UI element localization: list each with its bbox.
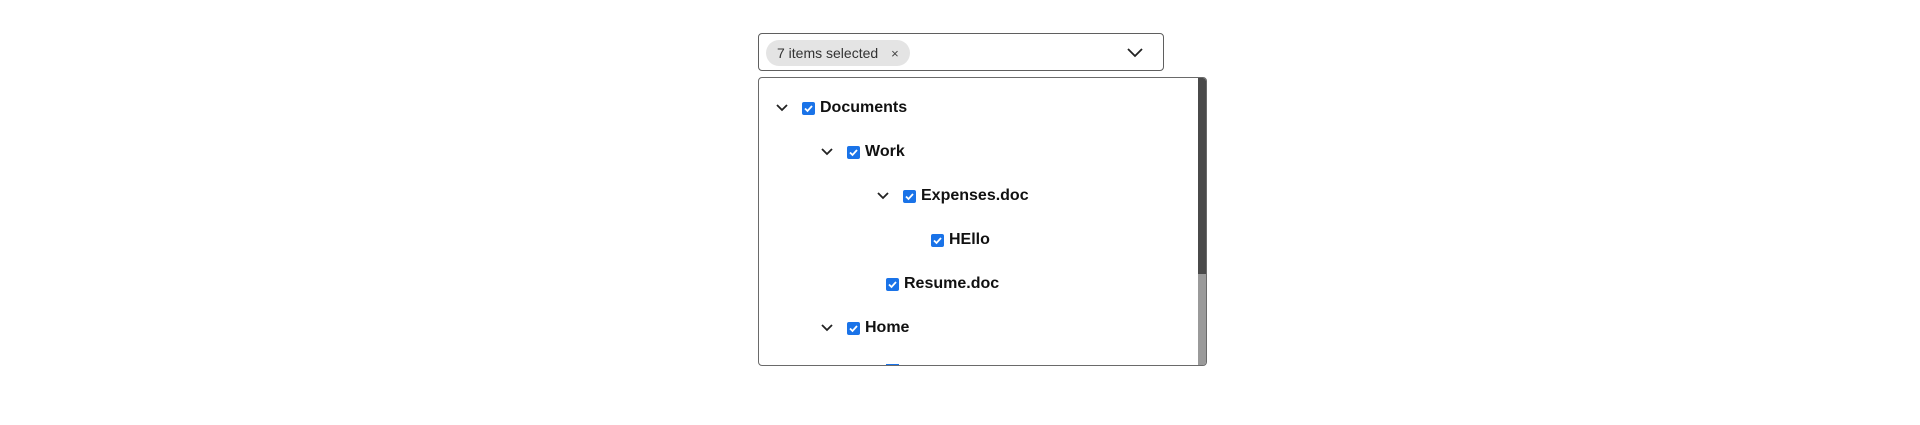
tree-node-hello[interactable]: HEllo xyxy=(931,228,990,252)
selection-chip: 7 items selected × xyxy=(766,40,910,66)
tree-node-expenses[interactable]: Expenses.doc xyxy=(875,184,1029,208)
tree-node-label: Home xyxy=(865,319,910,336)
chevron-down-icon[interactable] xyxy=(819,320,835,336)
tree-node-resume[interactable]: Resume.doc xyxy=(886,272,999,296)
checkbox-expenses[interactable] xyxy=(903,189,916,203)
tree-node-work[interactable]: Work xyxy=(819,140,905,164)
tree-node-label: Resume.doc xyxy=(904,275,1000,292)
checkbox-documents[interactable] xyxy=(802,101,815,115)
tree-select-field[interactable]: 7 items selected × xyxy=(758,33,1164,71)
tree-node-label: Expenses.doc xyxy=(921,187,1029,204)
tree-node-home[interactable]: Home xyxy=(819,316,909,340)
close-icon[interactable]: × xyxy=(891,46,899,61)
checkbox-work[interactable] xyxy=(847,145,860,159)
tree-node-label: HEllo xyxy=(949,231,990,248)
tree-node-label: Work xyxy=(865,143,905,160)
checkbox-next-item[interactable] xyxy=(886,364,899,365)
checkbox-home[interactable] xyxy=(847,321,860,335)
checkbox-hello[interactable] xyxy=(931,233,944,247)
tree-dropdown-panel: Documents Work Expenses.doc HEllo Resume… xyxy=(758,77,1207,366)
selection-chip-label: 7 items selected xyxy=(777,45,879,61)
tree-node-label: Documents xyxy=(820,99,908,116)
scrollbar-thumb[interactable] xyxy=(1198,78,1206,274)
checkbox-resume[interactable] xyxy=(886,277,899,291)
chevron-down-icon[interactable] xyxy=(819,144,835,160)
tree-node-documents[interactable]: Documents xyxy=(774,96,907,120)
chevron-down-icon[interactable] xyxy=(1125,43,1145,63)
chevron-down-icon[interactable] xyxy=(875,188,891,204)
chevron-down-icon[interactable] xyxy=(774,100,790,116)
